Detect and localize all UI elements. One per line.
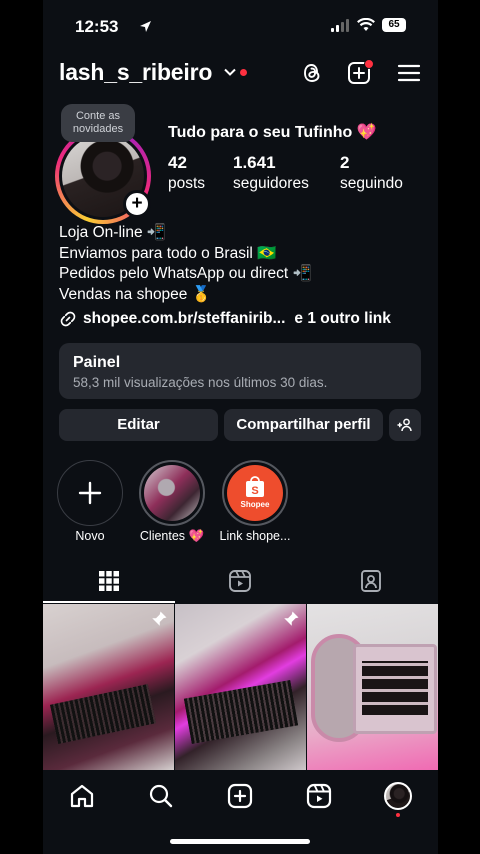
bio-link-url[interactable]: shopee.com.br/steffaniri​b... — [83, 310, 285, 328]
pin-icon — [284, 611, 299, 626]
chevron-down-icon[interactable] — [224, 68, 236, 77]
bio-link-more[interactable]: e 1 outro link — [294, 310, 390, 328]
shopee-logo-text: Shopee — [240, 500, 270, 509]
pin-icon — [152, 611, 167, 626]
edit-profile-button[interactable]: Editar — [59, 409, 218, 441]
highlight-shopee[interactable]: S Shopee — [222, 460, 288, 526]
followers-count[interactable]: 1.641 — [233, 153, 276, 173]
note-bubble[interactable]: Conte as novidades — [61, 104, 135, 142]
following-count[interactable]: 2 — [340, 153, 349, 173]
home-icon[interactable] — [69, 783, 95, 809]
followers-label[interactable]: seguidores — [233, 175, 309, 193]
highlight-clientes[interactable] — [139, 460, 205, 526]
active-tab-indicator — [43, 601, 175, 603]
add-story-plus-icon[interactable]: + — [123, 190, 151, 218]
highlight-label[interactable]: Novo — [50, 529, 130, 543]
cellular-signal-icon — [331, 19, 349, 32]
posts-label[interactable]: posts — [168, 175, 205, 193]
bio-line: Pedidos pelo WhatsApp ou direct 📲 — [59, 265, 312, 282]
tagged-tab-icon[interactable] — [359, 569, 383, 593]
threads-icon[interactable] — [300, 61, 324, 85]
status-time: 12:53 — [75, 17, 119, 36]
following-label[interactable]: seguindo — [340, 175, 403, 193]
battery-indicator: 65 — [382, 18, 406, 32]
professional-dashboard[interactable]: Painel 58,3 mil visualizações nos último… — [59, 343, 421, 399]
post-thumbnail[interactable] — [43, 604, 174, 770]
profile-avatar-tab[interactable] — [384, 782, 412, 810]
highlight-label[interactable]: Clientes 💖 — [132, 529, 212, 544]
share-profile-button[interactable]: Compartilhar perfil — [224, 409, 383, 441]
post-thumbnail[interactable] — [307, 604, 438, 770]
shopping-bag-icon: S — [246, 476, 264, 497]
profile-display-name: Tudo para o seu Tufinho 💖 — [168, 124, 377, 141]
create-icon[interactable] — [227, 783, 253, 809]
reels-tab-icon[interactable] — [228, 569, 252, 593]
svg-text:S: S — [251, 485, 258, 497]
create-badge-dot — [364, 59, 374, 69]
profile-username[interactable]: lash_s_ribeiro — [59, 59, 212, 86]
bio-line: Loja On-line 📲 — [59, 224, 167, 241]
wifi-icon — [357, 18, 375, 31]
plus-icon — [78, 481, 102, 505]
bio-link[interactable]: shopee.com.br/steffaniri​b... e 1 outro … — [59, 310, 391, 328]
notification-dot — [396, 813, 400, 817]
instagram-profile-screen: 12:53 65 lash_s_ribeiro + Conte as novid… — [43, 0, 438, 854]
location-arrow-icon — [140, 21, 151, 32]
menu-icon[interactable] — [397, 61, 421, 85]
discover-people-button[interactable] — [389, 409, 421, 441]
reels-icon[interactable] — [306, 783, 332, 809]
home-indicator — [170, 839, 310, 844]
search-icon[interactable] — [148, 783, 174, 809]
highlight-thumbnail — [144, 465, 200, 521]
grid-tab-icon[interactable] — [97, 569, 121, 593]
posts-count[interactable]: 42 — [168, 153, 187, 173]
new-highlight-button[interactable] — [57, 460, 123, 526]
highlight-label[interactable]: Link shope... — [215, 529, 295, 543]
dashboard-subtitle: 58,3 mil visualizações nos últimos 30 di… — [73, 375, 328, 390]
notification-dot — [240, 69, 247, 76]
post-thumbnail[interactable] — [175, 604, 306, 770]
shopee-logo: S Shopee — [227, 465, 283, 521]
bio-line: Enviamos para todo o Brasil 🇧🇷 — [59, 244, 277, 262]
link-icon — [60, 311, 76, 327]
add-person-icon — [397, 418, 412, 432]
dashboard-title: Painel — [73, 354, 121, 371]
bio-line: Vendas na shopee 🥇 — [59, 285, 212, 303]
